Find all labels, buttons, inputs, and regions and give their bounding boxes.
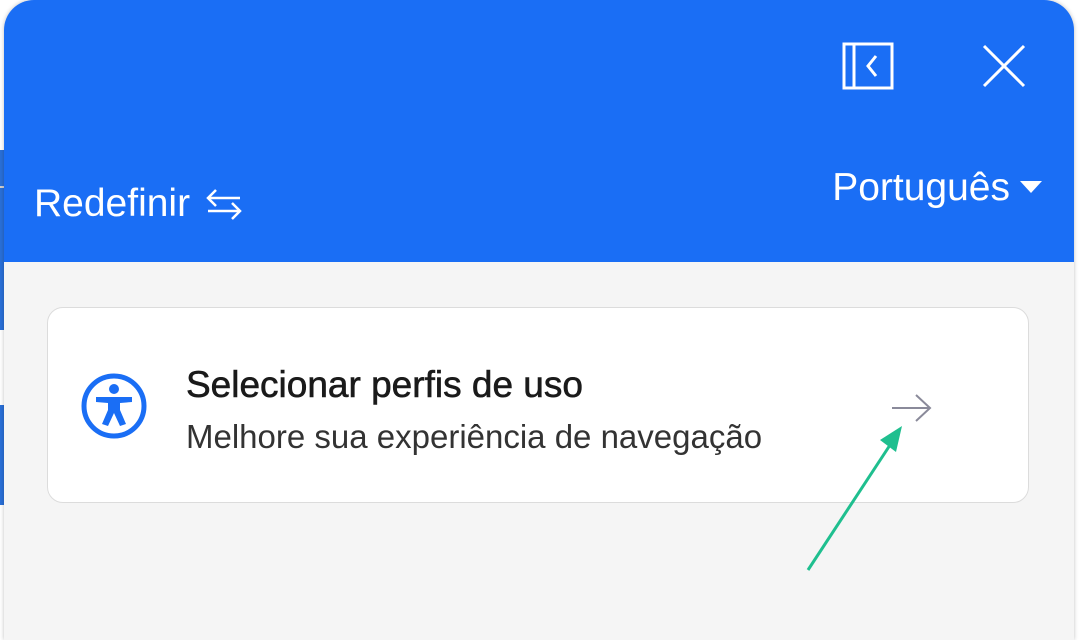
collapse-panel-button[interactable] bbox=[840, 40, 896, 92]
card-title: Selecionar perfis de uso bbox=[186, 364, 584, 406]
close-button[interactable] bbox=[976, 40, 1032, 92]
language-select[interactable]: Português bbox=[832, 164, 1042, 212]
collapse-panel-icon bbox=[842, 42, 894, 90]
usage-profiles-card[interactable]: Selecionar perfis de uso Melhore sua exp… bbox=[47, 307, 1029, 503]
reset-button[interactable]: Redefinir bbox=[34, 180, 244, 228]
swap-arrows-icon bbox=[206, 189, 242, 220]
language-label: Português bbox=[832, 166, 1010, 209]
reset-label: Redefinir bbox=[34, 182, 191, 225]
accessibility-person-icon bbox=[81, 373, 147, 439]
accessibility-panel: Redefinir Português Selecionar perfis de… bbox=[4, 0, 1074, 640]
close-icon bbox=[982, 44, 1026, 88]
panel-header: Redefinir Português bbox=[4, 0, 1074, 262]
arrow-right-icon[interactable] bbox=[890, 390, 934, 426]
caret-down-icon bbox=[1020, 181, 1042, 193]
card-subtitle: Melhore sua experiência de navegação bbox=[186, 418, 763, 455]
